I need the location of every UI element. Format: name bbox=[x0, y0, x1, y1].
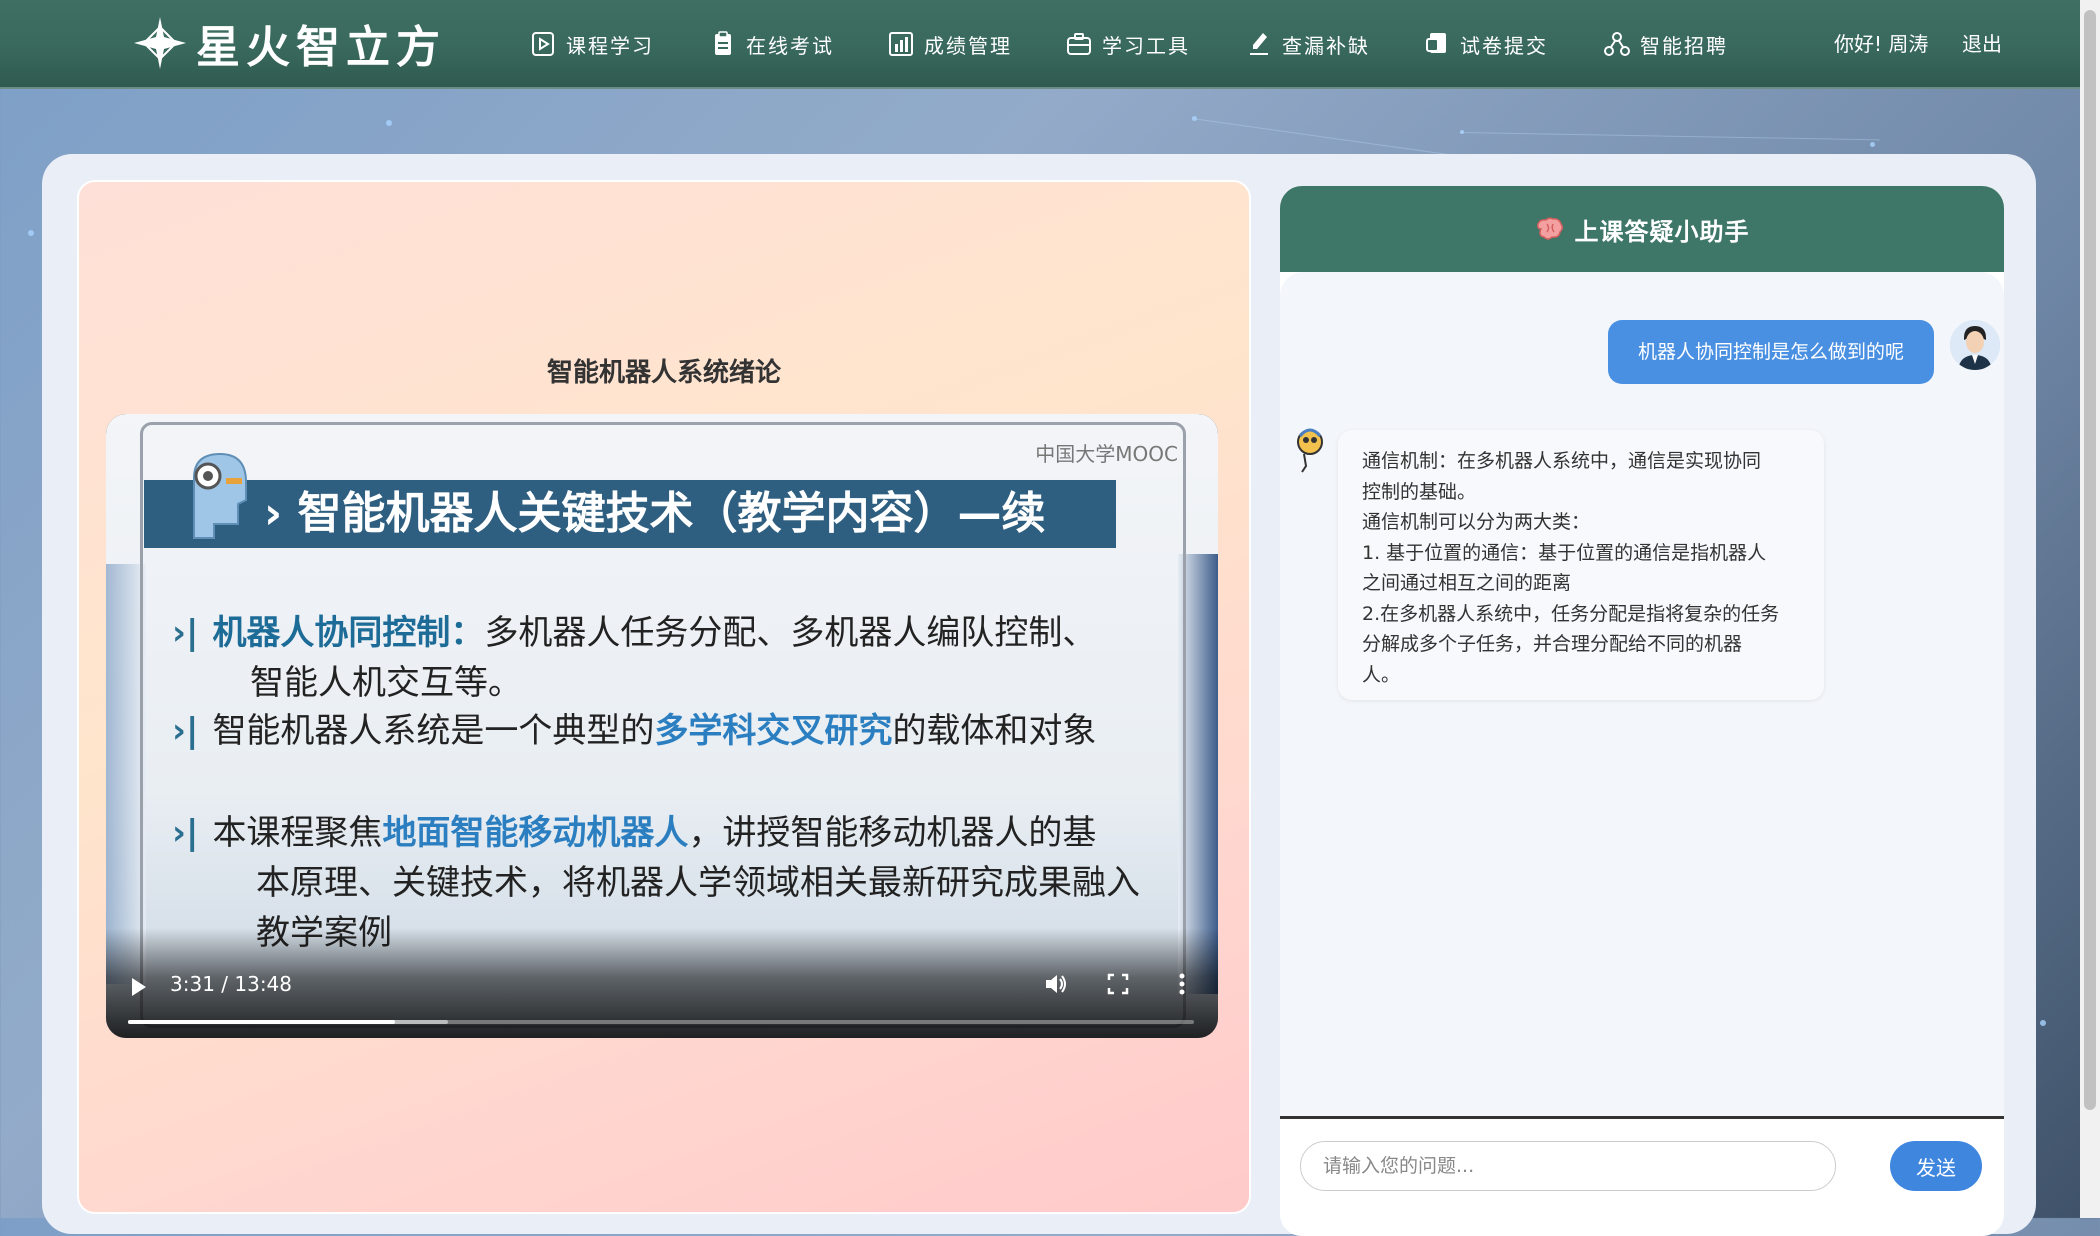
bullet-text: 的载体和对象 bbox=[892, 711, 1097, 751]
nav-item-label: 查漏补缺 bbox=[1282, 33, 1370, 58]
mooc-watermark: 中国大学MOOC bbox=[1035, 442, 1178, 466]
bullet-chevron: ›| bbox=[172, 711, 199, 751]
volume-icon[interactable] bbox=[1042, 970, 1070, 998]
bot-message-line: 人。 bbox=[1362, 663, 1401, 686]
nav-item-label: 试卷提交 bbox=[1460, 33, 1548, 58]
send-button[interactable]: 发送 bbox=[1890, 1141, 1982, 1191]
upload-doc-icon bbox=[1426, 33, 1446, 53]
page-scrollbar[interactable] bbox=[2080, 0, 2100, 1218]
top-navbar: 星火智立方 课程学习 在线考试 成绩管理 学习工具 查漏补缺 试卷提交 智能招聘… bbox=[0, 0, 2080, 89]
star-logo-icon bbox=[134, 17, 186, 69]
bg-dot bbox=[28, 230, 34, 236]
page-scrollbar-thumb[interactable] bbox=[2084, 10, 2096, 1110]
play-square-icon bbox=[532, 32, 554, 56]
user-message: 机器人协同控制是怎么做到的呢 bbox=[1608, 320, 1934, 384]
video-time: 3:31 / 13:48 bbox=[170, 972, 293, 996]
bot-message-line: 通信机制：在多机器人系统中，通信是实现协同 bbox=[1362, 450, 1762, 472]
clipboard-icon bbox=[715, 31, 731, 55]
bullet-text: 多机器人任务分配、多机器人编队控制、 bbox=[484, 613, 1097, 653]
bullet-text: 本课程聚焦 bbox=[212, 813, 383, 853]
chat-title: 上课答疑小助手 bbox=[1574, 217, 1750, 246]
video-player[interactable]: 中国大学MOOC › 智能机器人关键技术（教学内容）—续 ›| 机器人协同控制：多… bbox=[106, 414, 1218, 1038]
app-logo[interactable]: 星火智立方 bbox=[134, 12, 446, 74]
fullscreen-icon[interactable] bbox=[1104, 970, 1132, 998]
nav-item-label: 智能招聘 bbox=[1640, 33, 1728, 58]
slide-bullet-3-line2: 本原理、关键技术，将机器人学领域相关最新研究成果融入 bbox=[256, 863, 1140, 903]
bullet-highlight: 地面智能移动机器人 bbox=[382, 813, 689, 853]
nav-item-label: 学习工具 bbox=[1102, 33, 1190, 58]
nav-item-label: 课程学习 bbox=[566, 33, 654, 58]
bg-dot bbox=[386, 120, 392, 126]
nav-item-online-exam[interactable]: 在线考试 bbox=[710, 22, 834, 66]
bg-line bbox=[1459, 132, 1880, 141]
video-controls: 3:31 / 13:48 bbox=[106, 928, 1218, 1038]
nav-item-label: 在线考试 bbox=[746, 33, 834, 58]
main-container: 智能机器人系统绪论 中国大学MOOC › 智能机器人关键技术（教学内容）—续 ›… bbox=[42, 154, 2036, 1236]
bullet-highlight: 机器人协同控制： bbox=[212, 613, 485, 653]
network-icon bbox=[1604, 32, 1630, 56]
slide-bullet-1: ›| 机器人协同控制：多机器人任务分配、多机器人编队控制、 bbox=[172, 608, 1096, 658]
slide-heading: › 智能机器人关键技术（教学内容）—续 bbox=[144, 480, 1116, 548]
bot-message-line: 2.在多机器人系统中，任务分配是指将复杂的任务 bbox=[1362, 602, 1780, 625]
slide-bullet-1-line2: 智能人机交互等。 bbox=[250, 663, 522, 703]
app-title: 星火智立方 bbox=[196, 22, 446, 73]
toolbox-icon bbox=[1067, 33, 1091, 55]
bar-chart-icon bbox=[889, 32, 913, 56]
chat-header: 上课答疑小助手 bbox=[1280, 186, 2004, 272]
bg-dot bbox=[1870, 142, 1875, 147]
bot-message-line: 1. 基于位置的通信：基于位置的通信是指机器人 bbox=[1362, 541, 1767, 564]
bullet-chevron: ›| bbox=[172, 613, 199, 653]
slide-heading-chevron: › bbox=[264, 488, 298, 539]
slide-heading-text: 智能机器人关键技术（教学内容）—续 bbox=[297, 488, 1046, 539]
user-avatar bbox=[1950, 320, 2000, 370]
nav-item-smart-recruit[interactable]: 智能招聘 bbox=[1604, 22, 1728, 66]
nav-item-paper-submit[interactable]: 试卷提交 bbox=[1424, 22, 1548, 66]
more-options-icon[interactable] bbox=[1168, 970, 1196, 998]
slide-bullet-3: ›| 本课程聚焦地面智能移动机器人，讲授智能移动机器人的基 bbox=[172, 808, 1096, 858]
bot-avatar-icon bbox=[1297, 428, 1323, 473]
play-icon[interactable] bbox=[132, 978, 146, 996]
slide-bullet-2: ›| 智能机器人系统是一个典型的多学科交叉研究的载体和对象 bbox=[172, 706, 1096, 756]
bot-message: 通信机制：在多机器人系统中，通信是实现协同 控制的基础。 通信机制可以分为两大类… bbox=[1338, 430, 1824, 700]
pen-icon bbox=[1250, 33, 1268, 55]
bullet-chevron: ›| bbox=[172, 813, 199, 853]
nav-item-course-study[interactable]: 课程学习 bbox=[530, 22, 654, 66]
nav-item-grade-management[interactable]: 成绩管理 bbox=[888, 22, 1012, 66]
nav-item-study-tools[interactable]: 学习工具 bbox=[1066, 22, 1190, 66]
nav-item-fill-gaps[interactable]: 查漏补缺 bbox=[1246, 22, 1370, 66]
bullet-text: 智能机器人系统是一个典型的 bbox=[212, 711, 655, 751]
video-card: 智能机器人系统绪论 中国大学MOOC › 智能机器人关键技术（教学内容）—续 ›… bbox=[77, 180, 1251, 1214]
nav-item-label: 成绩管理 bbox=[924, 33, 1012, 58]
robot-head-icon bbox=[193, 452, 247, 539]
chat-input-row: 发送 bbox=[1280, 1116, 2004, 1236]
progress-played bbox=[128, 1020, 395, 1024]
bot-message-line: 之间通过相互之间的距离 bbox=[1362, 572, 1572, 594]
video-title: 智能机器人系统绪论 bbox=[546, 358, 781, 388]
chat-messages: 机器人协同控制是怎么做到的呢 通信机制：在多机器人系统中，通信是实现协同 控制的… bbox=[1280, 272, 2004, 1202]
video-progress-bar[interactable] bbox=[128, 1020, 1194, 1024]
bullet-highlight: 多学科交叉研究 bbox=[654, 711, 893, 751]
bg-dot bbox=[2040, 1020, 2046, 1026]
bot-message-line: 控制的基础。 bbox=[1362, 480, 1477, 503]
logout-link[interactable]: 退出 bbox=[1962, 28, 2002, 57]
brain-icon bbox=[1536, 217, 1563, 240]
question-input[interactable] bbox=[1300, 1141, 1836, 1191]
user-greeting: 你好! 周涛 bbox=[1834, 32, 1929, 56]
bot-message-line: 分解成多个子任务，并合理分配给不同的机器 bbox=[1362, 633, 1743, 655]
bullet-text: ，讲授智能移动机器人的基 bbox=[688, 813, 1097, 853]
bot-message-line: 通信机制可以分为两大类： bbox=[1362, 511, 1591, 533]
qa-assistant-panel: 上课答疑小助手 机器人协同控制是怎么做到的呢 通信机制：在多机器人系统中，通信是… bbox=[1280, 186, 2004, 1236]
